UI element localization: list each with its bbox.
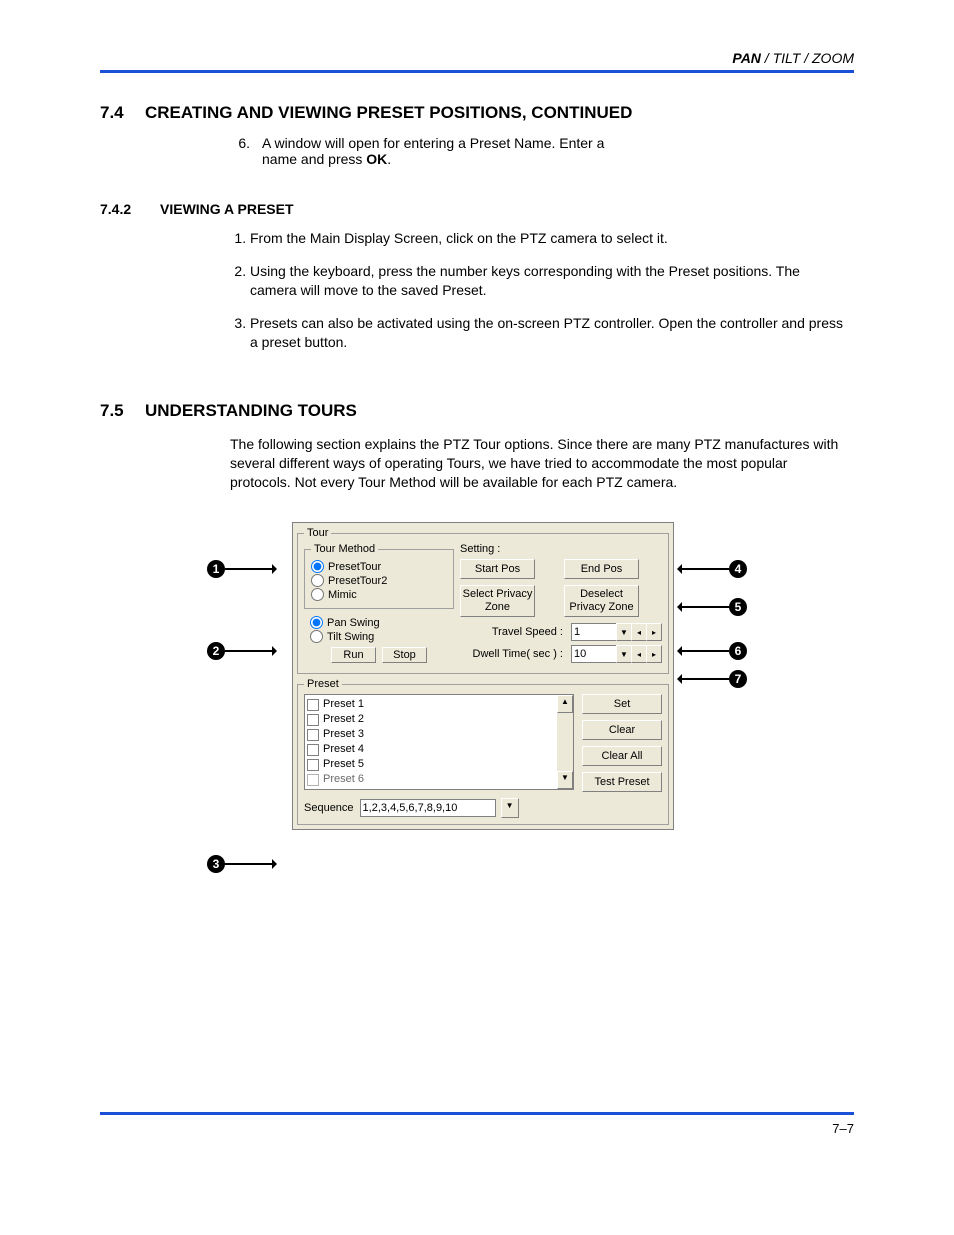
list-item: Preset 6 <box>307 772 571 787</box>
step-2: Using the keyboard, press the number key… <box>250 262 844 300</box>
page-header: PAN / TILT / ZOOM <box>100 50 854 66</box>
header-rule <box>100 70 854 73</box>
section-7-4-number: 7.4 <box>100 103 145 123</box>
set-button[interactable]: Set <box>582 694 662 714</box>
section-7-4-heading: 7.4 CREATING AND VIEWING PRESET POSITION… <box>100 103 854 123</box>
list-item: Preset 4 <box>307 742 571 757</box>
tour-fieldset: Tour Tour Method PresetTour PresetTour2 … <box>297 527 669 674</box>
scroll-up-icon[interactable]: ▲ <box>557 695 573 713</box>
deselect-privacy-button[interactable]: Deselect Privacy Zone <box>564 585 639 617</box>
stop-button[interactable]: Stop <box>382 647 427 663</box>
tour-method-fieldset: Tour Method PresetTour PresetTour2 Mimic <box>304 543 454 609</box>
preset-fieldset: Preset Preset 1 Preset 2 Preset 3 Preset… <box>297 678 669 825</box>
step6-text: A window will open for entering a Preset… <box>262 135 622 167</box>
callout-2: 2 <box>207 642 275 660</box>
dwell-time-input[interactable] <box>571 645 617 663</box>
preset-legend: Preset <box>304 678 342 690</box>
dwell-time-left[interactable]: ◂ <box>631 645 647 663</box>
checkbox-icon[interactable] <box>307 744 319 756</box>
section-7-4-2-title: VIEWING A PRESET <box>160 201 294 217</box>
page-number: 7–7 <box>100 1121 854 1136</box>
checkbox-icon[interactable] <box>307 729 319 741</box>
radio-presettour2[interactable]: PresetTour2 <box>311 574 447 587</box>
section-7-4-2-number: 7.4.2 <box>100 201 160 217</box>
list-item: Preset 3 <box>307 727 571 742</box>
list-item: Preset 1 <box>307 697 571 712</box>
sequence-dropdown[interactable]: ▼ <box>501 798 519 818</box>
tour-dialog: Tour Tour Method PresetTour PresetTour2 … <box>292 522 674 830</box>
setting-label: Setting : <box>460 543 662 555</box>
step-3: Presets can also be activated using the … <box>250 314 844 352</box>
radio-mimic[interactable]: Mimic <box>311 588 447 601</box>
list-item: Preset 2 <box>307 712 571 727</box>
dwell-time-label: Dwell Time( sec ) : <box>460 648 567 660</box>
callout-4: 4 <box>679 560 747 578</box>
scroll-down-icon[interactable]: ▼ <box>557 771 573 789</box>
section-7-4-2-body: From the Main Display Screen, click on t… <box>230 229 844 351</box>
section-7-5-title: UNDERSTANDING TOURS <box>145 401 357 421</box>
section-7-4-title: CREATING AND VIEWING PRESET POSITIONS, C… <box>145 103 632 123</box>
header-pan: PAN <box>732 50 761 66</box>
callout-5: 5 <box>679 598 747 616</box>
viewing-preset-steps: From the Main Display Screen, click on t… <box>230 229 844 351</box>
section-7-4-2-heading: 7.4.2 VIEWING A PRESET <box>100 201 854 217</box>
select-privacy-button[interactable]: Select Privacy Zone <box>460 585 535 617</box>
section-7-5-para: The following section explains the PTZ T… <box>230 435 844 492</box>
travel-speed-left[interactable]: ◂ <box>631 623 647 641</box>
section-7-5-heading: 7.5 UNDERSTANDING TOURS <box>100 401 854 421</box>
preset-scrollbar[interactable]: ▲ ▼ <box>557 695 573 789</box>
sequence-label: Sequence <box>304 802 354 814</box>
clear-all-button[interactable]: Clear All <box>582 746 662 766</box>
travel-speed-label: Travel Speed : <box>460 626 567 638</box>
header-rest: / TILT / ZOOM <box>761 50 854 66</box>
checkbox-icon[interactable] <box>307 774 319 786</box>
sequence-input[interactable] <box>360 799 496 817</box>
travel-speed-right[interactable]: ▸ <box>646 623 662 641</box>
tour-method-legend: Tour Method <box>311 543 378 555</box>
clear-button[interactable]: Clear <box>582 720 662 740</box>
footer-rule <box>100 1112 854 1115</box>
dwell-time-right[interactable]: ▸ <box>646 645 662 663</box>
step-1: From the Main Display Screen, click on t… <box>250 229 844 248</box>
callout-3: 3 <box>207 855 275 873</box>
travel-speed-input[interactable] <box>571 623 617 641</box>
start-pos-button[interactable]: Start Pos <box>460 559 535 579</box>
travel-speed-dropdown[interactable]: ▼ <box>616 623 632 641</box>
end-pos-button[interactable]: End Pos <box>564 559 639 579</box>
checkbox-icon[interactable] <box>307 699 319 711</box>
radio-tiltswing[interactable]: Tilt Swing <box>310 630 448 643</box>
checkbox-icon[interactable] <box>307 714 319 726</box>
callout-1: 1 <box>207 560 275 578</box>
tour-dialog-figure: 1 2 3 4 5 6 7 Tour Tour Me <box>207 522 747 892</box>
checkbox-icon[interactable] <box>307 759 319 771</box>
step6-number: 6. <box>230 135 250 167</box>
dwell-time-dropdown[interactable]: ▼ <box>616 645 632 663</box>
section-7-4-body: 6. A window will open for entering a Pre… <box>230 135 844 167</box>
radio-panswing[interactable]: Pan Swing <box>310 616 448 629</box>
list-item: Preset 5 <box>307 757 571 772</box>
radio-presettour[interactable]: PresetTour <box>311 560 447 573</box>
section-7-5-number: 7.5 <box>100 401 145 421</box>
callout-6: 6 <box>679 642 747 660</box>
preset-list[interactable]: Preset 1 Preset 2 Preset 3 Preset 4 Pres… <box>304 694 574 792</box>
test-preset-button[interactable]: Test Preset <box>582 772 662 792</box>
run-button[interactable]: Run <box>331 647 376 663</box>
tour-legend: Tour <box>304 527 331 539</box>
callout-7: 7 <box>679 670 747 688</box>
